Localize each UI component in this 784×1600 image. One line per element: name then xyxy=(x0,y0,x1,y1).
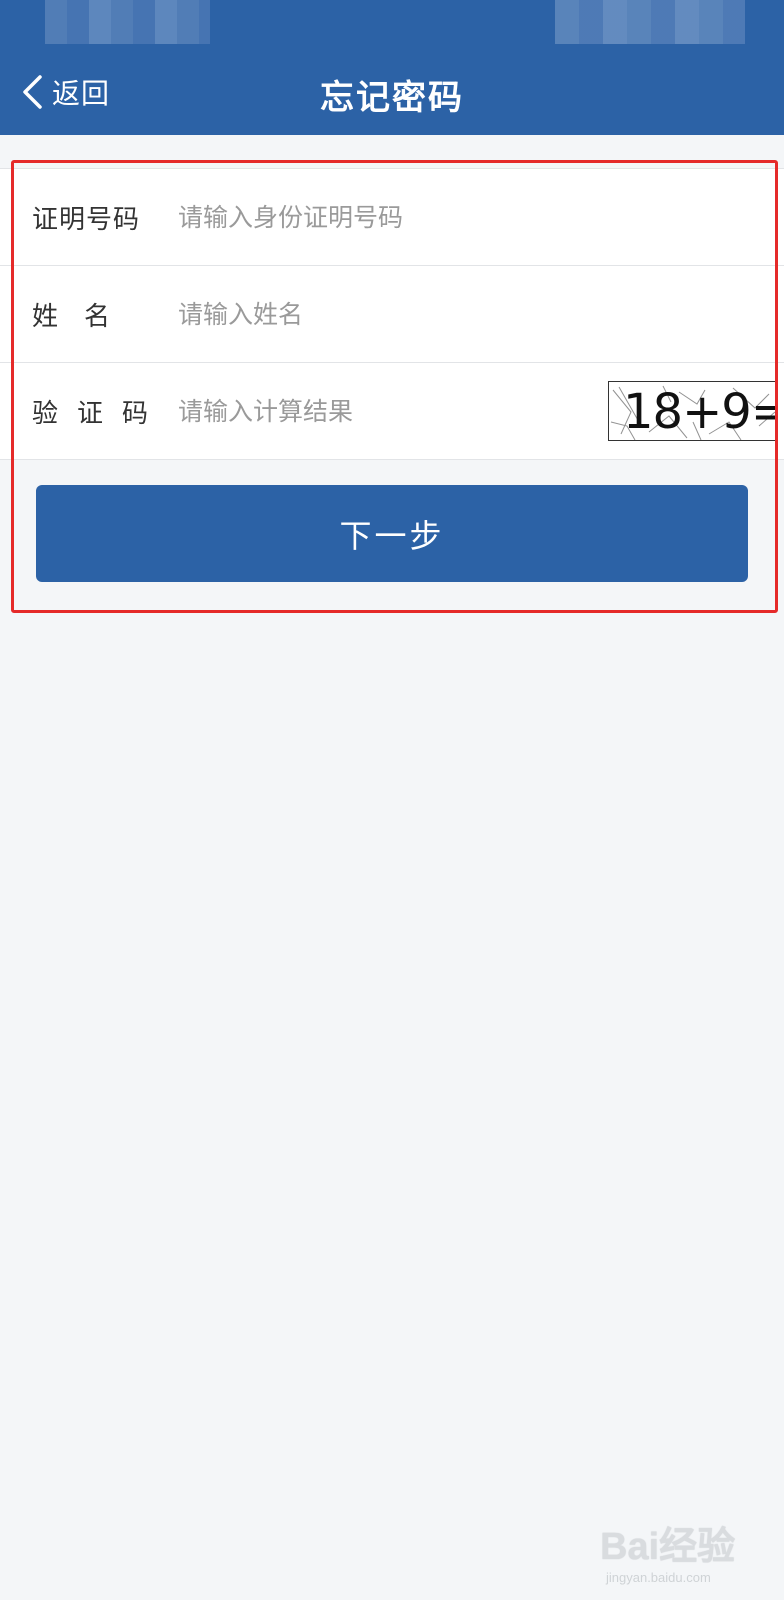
captcha-image[interactable]: 18+9= xyxy=(608,381,778,441)
id-number-label: 证明号码 xyxy=(32,204,141,235)
status-bar-blurred-right xyxy=(555,0,745,44)
watermark: Bai经验 jingyan.baidu.com xyxy=(600,1515,780,1595)
page-title: 忘记密码 xyxy=(320,78,464,118)
status-bar-blurred-left xyxy=(45,0,210,44)
name-row: 姓名 xyxy=(0,265,784,362)
captcha-label-text: 验证码 xyxy=(32,398,168,429)
captcha-text: 18+9= xyxy=(623,384,778,440)
header-bar: 返回 忘记密码 xyxy=(0,0,784,135)
name-label: 姓名 xyxy=(32,296,144,333)
id-number-input[interactable] xyxy=(178,202,578,232)
captcha-row: 验证码 18+9= xyxy=(0,362,784,459)
name-input[interactable] xyxy=(178,299,578,329)
watermark-sub: jingyan.baidu.com xyxy=(606,1570,711,1585)
watermark-logo: Bai经验 xyxy=(600,1526,736,1568)
id-number-row: 证明号码 xyxy=(0,169,784,265)
name-label-text: 姓名 xyxy=(32,301,137,332)
next-step-button[interactable]: 下一步 xyxy=(36,485,748,582)
captcha-label: 验证码 xyxy=(32,393,148,430)
forgot-password-form: 证明号码 姓名 验证码 xyxy=(0,168,784,460)
captcha-input[interactable] xyxy=(178,396,558,426)
